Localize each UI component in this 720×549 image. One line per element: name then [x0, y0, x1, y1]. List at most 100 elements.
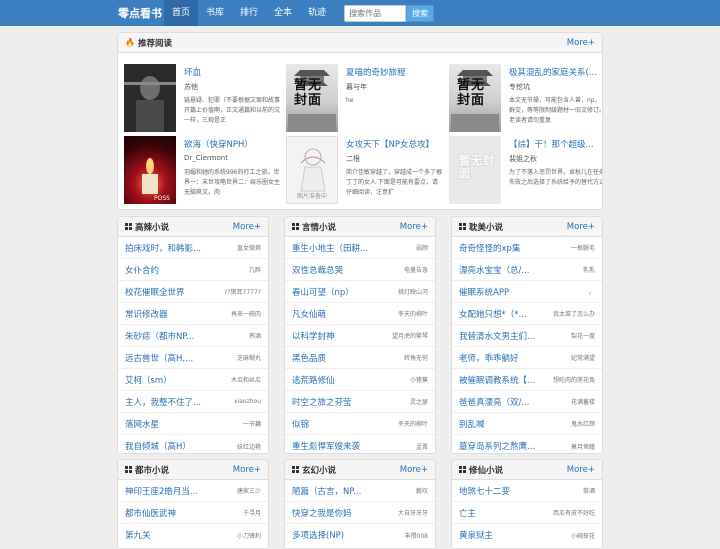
list-item-title[interactable]: 奇奇怪怪的xp集: [459, 242, 520, 254]
list-item[interactable]: 催眠系统APP 。: [452, 281, 602, 303]
list-item-title[interactable]: 女配她只想*（*...: [459, 308, 527, 320]
list-item[interactable]: 都市仙医武神 千寻月: [118, 502, 268, 524]
book-title[interactable]: 【综】干！那个超级...: [509, 138, 602, 150]
list-item-title[interactable]: 墓穿岛系列之熬鹰...: [459, 440, 535, 452]
list-item[interactable]: 被催眠调教系统【... 想吃肉的莲花兔: [452, 369, 602, 391]
list-item-title[interactable]: 黑色品质: [292, 352, 326, 364]
list-item-title[interactable]: 神印王座2皓月当...: [125, 485, 198, 497]
book-cover[interactable]: 暂无封面: [286, 64, 338, 132]
book-title[interactable]: 极其混乱的家庭关系(...: [509, 66, 602, 78]
list-item-title[interactable]: 快穿之我是你妈: [292, 507, 352, 519]
list-item[interactable]: 女仆合约 几醉: [118, 259, 268, 281]
nav-completed[interactable]: 全本: [266, 0, 300, 26]
nav-library[interactable]: 书库: [198, 0, 232, 26]
search-input[interactable]: [344, 4, 407, 22]
rec-book[interactable]: POSS 欲海（快穿NPH） Dr_Clermont 羽媚和她的系统996的打工…: [124, 136, 284, 208]
list-item[interactable]: 凡女仙萌 冬天的柳叶: [285, 303, 435, 325]
list-item-title[interactable]: 老师，乖乖躺好: [459, 352, 519, 364]
book-cover[interactable]: 暂无封面: [449, 64, 501, 132]
more-link[interactable]: More+: [400, 465, 428, 475]
nav-home[interactable]: 首页: [164, 0, 199, 26]
list-item[interactable]: 拍床戏时，和韩影... 直女微爽: [118, 237, 268, 259]
list-item[interactable]: 漂亮水宝宝（总/... 乳乳: [452, 259, 602, 281]
more-link[interactable]: More+: [400, 222, 428, 232]
list-item-title[interactable]: 别乱喊: [459, 418, 485, 430]
list-item-title[interactable]: 以科学封神: [292, 330, 335, 342]
list-item-title[interactable]: 时空之旅之芬莹: [292, 396, 352, 408]
list-item-title[interactable]: 女仆合约: [125, 264, 159, 276]
list-item[interactable]: 地煞七十二变 祭酒: [452, 480, 602, 502]
list-item[interactable]: 快穿之我是你妈 大自牙牙牙: [285, 502, 435, 524]
list-item-title[interactable]: 校花催眠全世界: [125, 286, 185, 298]
book-title[interactable]: 女攻天下【NP女总攻】: [346, 138, 446, 150]
more-link[interactable]: More+: [567, 222, 595, 232]
list-item[interactable]: 别乱喊 鬼水红颜: [452, 413, 602, 435]
list-item[interactable]: 艾柯（sm） 木瓜和丝瓜: [118, 369, 268, 391]
list-item[interactable]: 亡主 西瓜有皮不好吃: [452, 502, 602, 524]
list-item-title[interactable]: 都市仙医武神: [125, 507, 176, 519]
list-item[interactable]: 多项选择(NP) 丰偎008: [285, 524, 435, 546]
list-item[interactable]: 远古兽世（高H,... 芝麻糊丸: [118, 347, 268, 369]
rec-book[interactable]: 暂无封面 【综】干！那个超级... 裴姐之秋 为了不落入惩罚世界，卓秋儿在任务失…: [449, 136, 602, 208]
list-item-title[interactable]: 主人，我整不住了...: [125, 396, 201, 408]
site-logo[interactable]: 零点看书: [118, 5, 164, 21]
list-item-title[interactable]: 第九关: [125, 529, 151, 541]
book-cover[interactable]: POSS: [124, 136, 176, 204]
book-title[interactable]: 欲海（快穿NPH）: [184, 138, 284, 150]
list-item[interactable]: 逃荒路修仙 小猪蕉: [285, 369, 435, 391]
list-item-title[interactable]: 我自倾城（高H）: [125, 440, 191, 452]
list-item[interactable]: 奇奇怪怪的xp集 一根腿毛: [452, 237, 602, 259]
list-item-title[interactable]: 多项选择(NP): [292, 529, 344, 541]
book-cover[interactable]: 暂无封面: [449, 136, 501, 204]
book-title[interactable]: 坏血: [184, 66, 284, 78]
list-item[interactable]: 神印王座2皓月当... 唐家三少: [118, 480, 268, 502]
rec-book[interactable]: 图片准备中 女攻天下【NP女总攻】 二根 简介佳敏穿越了，穿越成一个多了根丁丁的…: [286, 136, 446, 208]
list-item-title[interactable]: 落网水星: [125, 418, 159, 430]
list-item[interactable]: 似锦 冬天的柳叶: [285, 413, 435, 435]
recommend-more-link[interactable]: More+: [567, 38, 595, 48]
list-item[interactable]: 黄泉狱主 小碗探花: [452, 524, 602, 546]
list-item-title[interactable]: 双性总裁总哭: [292, 264, 343, 276]
book-cover[interactable]: 图片准备中: [286, 136, 338, 204]
list-item[interactable]: 陋篇（古言，NP... 薮叹: [285, 480, 435, 502]
list-item-title[interactable]: 亡主: [459, 507, 476, 519]
list-item-title[interactable]: 拍床戏时，和韩影...: [125, 242, 201, 254]
list-item-title[interactable]: 常识修改器: [125, 308, 168, 320]
nav-history[interactable]: 轨迹: [300, 0, 334, 26]
list-item-title[interactable]: 黄泉狱主: [459, 529, 493, 541]
list-item[interactable]: 落网水星 一节藕: [118, 413, 268, 435]
list-item[interactable]: 重生小地主（田耕... 弱颜: [285, 237, 435, 259]
list-item-title[interactable]: 重生彪悍军嫂来袭: [292, 440, 360, 452]
list-item-title[interactable]: 似锦: [292, 418, 309, 430]
list-item-title[interactable]: 催眠系统APP: [459, 286, 509, 298]
rec-book[interactable]: 暂无封面 极其混乱的家庭关系(... 专挖坑 本文无节操，可能包含人兽，np，群…: [449, 64, 602, 136]
list-item-title[interactable]: 春山可望（np）: [292, 286, 354, 298]
list-item-title[interactable]: 我替清水文男主们...: [459, 330, 535, 342]
list-item-title[interactable]: 艾柯（sm）: [125, 374, 172, 386]
list-item[interactable]: 我替清水文男主们... 梨花一度: [452, 325, 602, 347]
rec-book[interactable]: 坏血 苏他 链悬疑、犯罪（不要根据文案和故事开篇上价值啊，正文通篇和以前的文一样…: [124, 64, 284, 136]
list-item[interactable]: 爸爸真漂亮（双/... 花满蓄楼: [452, 391, 602, 413]
list-item[interactable]: 重生彪悍军嫂来袭 孟晋: [285, 435, 435, 453]
more-link[interactable]: More+: [567, 465, 595, 475]
list-item[interactable]: 主人，我整不住了... xiaozhou: [118, 391, 268, 413]
list-item[interactable]: 校花催眠全世界 ??狼耳7777?: [118, 281, 268, 303]
list-item[interactable]: 常识修改器 再来一碗肉: [118, 303, 268, 325]
list-item-title[interactable]: 重生小地主（田耕...: [292, 242, 368, 254]
list-item[interactable]: 我自倾城（高H） 妖红边艳: [118, 435, 268, 453]
search-button[interactable]: 搜索: [406, 4, 435, 22]
list-item-title[interactable]: 凡女仙萌: [292, 308, 326, 320]
list-item-title[interactable]: 朱砂痣（都市NP...: [125, 330, 194, 342]
list-item-title[interactable]: 爸爸真漂亮（双/...: [459, 396, 529, 408]
list-item[interactable]: 老师，乖乖躺好 妃常满望: [452, 347, 602, 369]
list-item-title[interactable]: 被催眠调教系统【...: [459, 374, 535, 386]
list-item[interactable]: 女配她只想*（*... 我太菜了怎么办: [452, 303, 602, 325]
list-item[interactable]: 黑色品质 转角无何: [285, 347, 435, 369]
more-link[interactable]: More+: [233, 465, 261, 475]
list-item[interactable]: 第九关 小刀锋利: [118, 524, 268, 546]
book-title[interactable]: 夏喵的奇妙旅程: [346, 66, 446, 78]
list-item[interactable]: 时空之旅之芬莹 灵之瑟: [285, 391, 435, 413]
nav-ranking[interactable]: 排行: [232, 0, 266, 26]
list-item-title[interactable]: 逃荒路修仙: [292, 374, 335, 386]
list-item[interactable]: 朱砂痣（都市NP... 荞酒: [118, 325, 268, 347]
